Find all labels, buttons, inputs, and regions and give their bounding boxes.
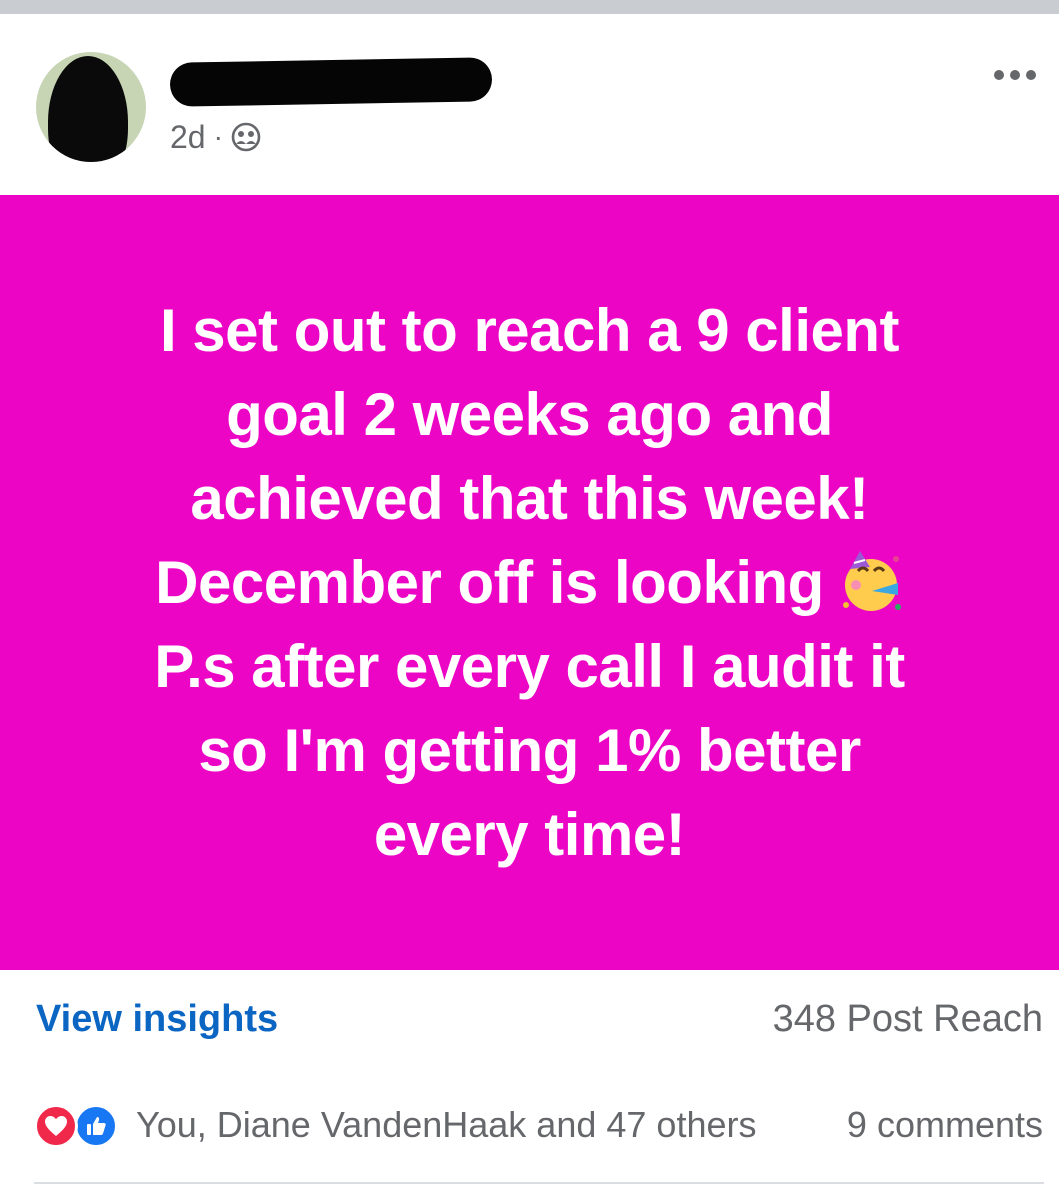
thumbs-up-icon — [87, 1117, 106, 1135]
insights-row: View insights 348 Post Reach — [0, 970, 1059, 1070]
post-reach: 348 Post Reach — [772, 998, 1043, 1040]
post-header: 2d · — [0, 14, 1059, 195]
post-text-line: so I'm getting 1% better — [198, 716, 861, 784]
post-content[interactable]: I set out to reach a 9 client goal 2 wee… — [0, 195, 1059, 970]
author-name-redacted[interactable] — [169, 57, 493, 107]
timestamp[interactable]: 2d — [170, 119, 206, 156]
like-reaction-icon — [74, 1104, 118, 1148]
post-text-line: I set out to reach a 9 client — [159, 296, 900, 364]
post-text-line: achieved that this week! — [190, 464, 869, 532]
post-text-line: every time! — [373, 800, 686, 868]
more-options-button[interactable] — [985, 60, 1045, 90]
post-text-line: P.s after every call I audit it — [154, 632, 905, 700]
partying-face-emoji-icon — [842, 550, 901, 611]
heart-icon — [45, 1116, 67, 1136]
more-dot — [1010, 70, 1020, 80]
bottom-divider — [34, 1182, 1044, 1184]
post-meta: 2d · — [170, 117, 261, 157]
reactions-row: You, Diane VandenHaak and 47 others 9 co… — [0, 1080, 1059, 1170]
post-text: I set out to reach a 9 client goal 2 wee… — [80, 289, 980, 877]
post-text-line: goal 2 weeks ago and — [226, 380, 833, 448]
more-dot — [1026, 70, 1036, 80]
comments-count[interactable]: 9 comments — [847, 1104, 1043, 1146]
separator: · — [213, 121, 223, 152]
reaction-icons[interactable] — [34, 1104, 134, 1148]
love-reaction-icon — [34, 1104, 78, 1148]
avatar[interactable] — [36, 52, 146, 162]
post-text-line-with-emoji: December off is looking — [80, 541, 980, 625]
more-dot — [994, 70, 1004, 80]
reactions-summary[interactable]: You, Diane VandenHaak and 47 others — [136, 1104, 756, 1146]
post-text-line: December off is looking — [155, 548, 824, 616]
redaction-mark — [48, 56, 128, 162]
top-divider — [0, 0, 1059, 14]
view-insights-link[interactable]: View insights — [36, 998, 278, 1041]
friends-icon[interactable] — [231, 122, 261, 152]
